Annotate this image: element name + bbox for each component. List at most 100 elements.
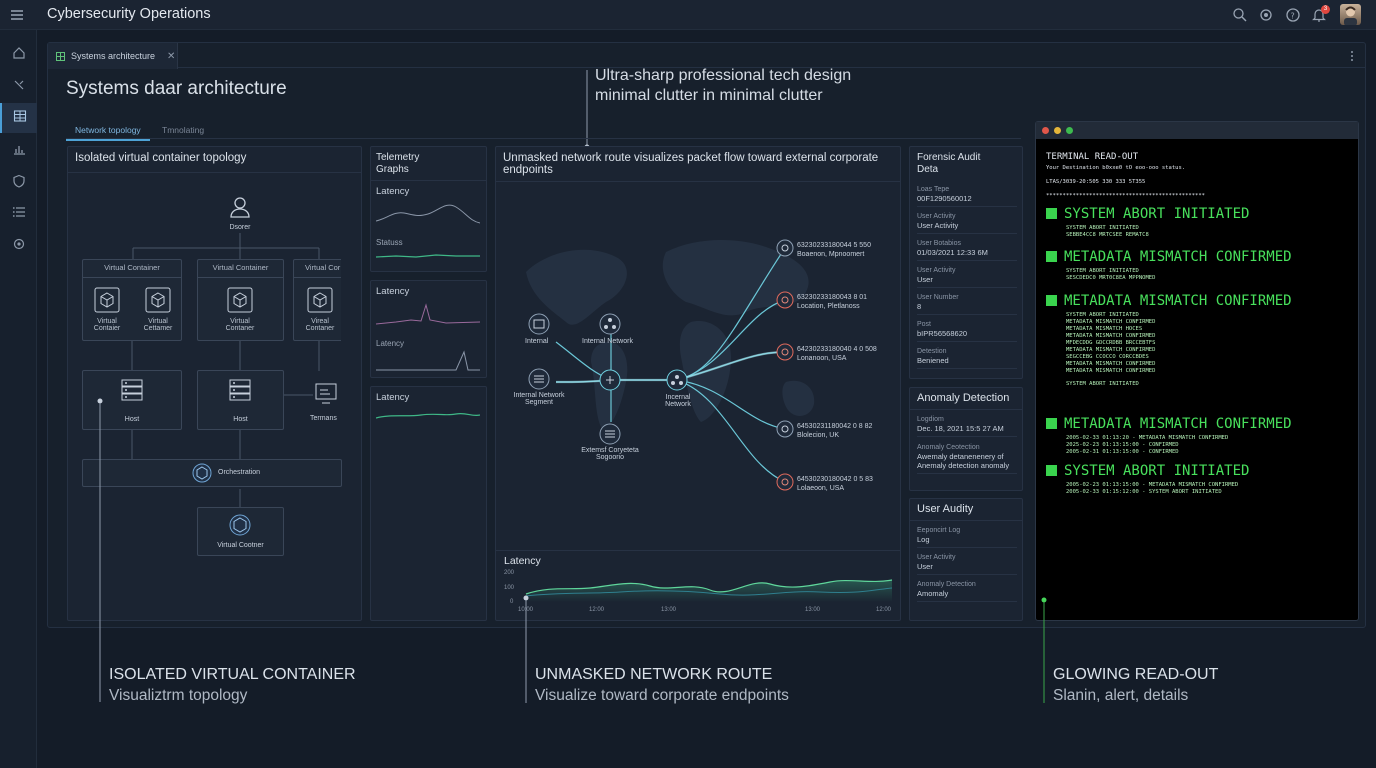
tab-label: Systems architecture [71,51,156,61]
terminal-detail: 2005-02-33 01:13:20 - METADATA MISMATCH … [1066,435,1229,455]
y-tick: 100 [504,585,515,591]
container-title: Virtual Container [212,263,269,272]
close-icon[interactable]: ✕ [167,51,175,62]
info-value: Dec. 18, 2021 15:5 27 AM [917,424,1004,433]
container-item: Virtual Cettamer [143,318,173,332]
info-value: 01/03/2021 12:33 6M [917,248,988,257]
info-value: 8 [917,302,922,311]
panel-divider [909,409,1023,410]
info-value: User [917,562,933,571]
annotation-title: ISOLATED VIRTUAL CONTAINER [109,666,356,683]
sidebar-item-security[interactable] [0,168,37,198]
endpoint-label: 63230233180044 5 550 Boaenon, Mpnoomert [797,242,871,258]
latency-sparkline [376,412,480,419]
window-close-dot[interactable] [1042,127,1049,134]
app-title: Cybersecurity Operations [47,6,211,22]
cube-icon [307,287,333,318]
sidebar-item-architecture[interactable] [0,103,37,133]
terminal-detail: SYSTEM ABORT INITIATED SEBBE4CC8 MRTCSEE … [1066,225,1149,238]
grid-icon [13,109,27,128]
network-panel-title: Unmasked network route visualizes packet… [503,152,879,176]
info-row: User Number 8 [917,293,1017,315]
tab-tmnolating[interactable]: Tmnolating [162,125,204,135]
sidebar-item-home[interactable] [0,40,37,70]
virtual-cootner-icon [228,513,252,542]
info-row: Logdiom Dec. 18, 2021 15:5 27 AM [917,415,1017,437]
more-options-icon[interactable] [1349,49,1355,63]
annotation-leader-2 [523,595,529,703]
info-row: Detestion Beniened [917,347,1017,369]
anomaly-title: Anomaly Detection [917,392,1010,404]
y-tick: 0 [510,599,514,605]
segment-node-icon [528,368,550,390]
info-value: 00F1290560012 [917,194,972,203]
info-key: Post [917,321,932,328]
info-key: Anomaly Detection [917,581,976,588]
sidebar-item-analytics[interactable] [0,136,37,166]
info-row: Eeponcirt Log Log [917,526,1017,548]
search-icon[interactable] [1232,7,1248,23]
endpoint-label: 64530230180042 0 5 83 Lolaeoon, USA [797,476,873,492]
terminal-entry: SYSTEM ABORT INITIATED [1046,463,1249,479]
network-latency-chart [525,579,893,602]
network-map [526,239,815,491]
terminal-title: TERMINAL READ-OUT [1046,152,1139,162]
terminal-detail: SYSTEM ABORT INITIATED SESCDEDC0 MRT0C8EA… [1066,268,1156,281]
container-item: Vireal Contaner [305,318,335,332]
terminal-detail: SYSTEM ABORT INITIATED METADATA MISMATCH … [1066,312,1156,387]
info-row: Anomaly Ceotection Awemaly detanenenery o… [917,443,1017,474]
terminal-entry: METADATA MISMATCH CONFIRMED [1046,416,1292,432]
orchestration-node[interactable] [82,459,342,487]
notification-badge: 3 [1321,5,1330,14]
home-icon [12,46,26,65]
endpoint-icon [776,420,794,438]
orchestration-icon [192,463,212,488]
latency-sub-label: Latency [376,339,405,348]
container-item: Virtual Contaier [93,318,121,332]
cube-icon [94,287,120,318]
user-audit-title: User Audity [917,503,974,515]
info-key: Detestion [917,348,947,355]
gear-icon[interactable] [1258,7,1274,23]
help-icon[interactable]: ? [1285,7,1301,23]
telemetry-title: Telemetry Graphs [376,152,420,175]
anomaly-rows: Logdiom Dec. 18, 2021 15:5 27 AM Anomaly C… [917,415,1017,480]
status-sparkline [376,254,480,258]
sidebar-item-list[interactable] [0,199,37,229]
sidebar-item-settings[interactable] [0,231,37,261]
info-row: User Activity User Activity [917,212,1017,234]
annotation-subtitle: Slanin, alert, details [1053,687,1189,704]
info-row: Anomaly Detection Amomaly [917,580,1017,602]
info-row: Post bIPR56568620 [917,320,1017,342]
settings-icon [12,237,26,256]
annotation-leader-3 [1041,597,1047,703]
menu-icon[interactable] [10,8,24,20]
endpoint-label: 64530231180042 0 8 82 Blolecion, UK [797,423,873,439]
info-value: Awemaly detanenenery of Anemaly detectio… [917,452,1010,470]
avatar[interactable] [1340,4,1361,25]
subtab-divider [66,138,1021,139]
internal-node-label: Internal [525,338,549,345]
endpoint-icon [776,473,794,491]
terminal-device-label: Termans [310,415,337,422]
endpoint-icon [776,291,794,309]
window-maximize-dot[interactable] [1066,127,1073,134]
sidebar-item-tools[interactable] [0,72,37,102]
page-title: Systems daar architecture [66,78,287,99]
info-value: Amomaly [917,589,949,598]
latency-sparkline-2 [376,350,480,371]
status-label: Statuss [376,238,403,247]
cube-icon [227,287,253,318]
panel-divider [909,520,1023,521]
server-icon [228,378,252,407]
info-value: User [917,275,933,284]
info-row: User Activity User [917,266,1017,288]
tab-systems-architecture[interactable]: Systems architecture ✕ [48,43,178,69]
container-title: Virtual Container [104,263,160,272]
panel-divider [370,180,487,181]
user-node[interactable]: Dsorer [218,195,262,231]
x-tick: 12:00 [589,607,605,613]
info-row: User Activity User [917,553,1017,575]
window-minimize-dot[interactable] [1054,127,1061,134]
terminal-line: ****************************************… [1046,193,1205,199]
